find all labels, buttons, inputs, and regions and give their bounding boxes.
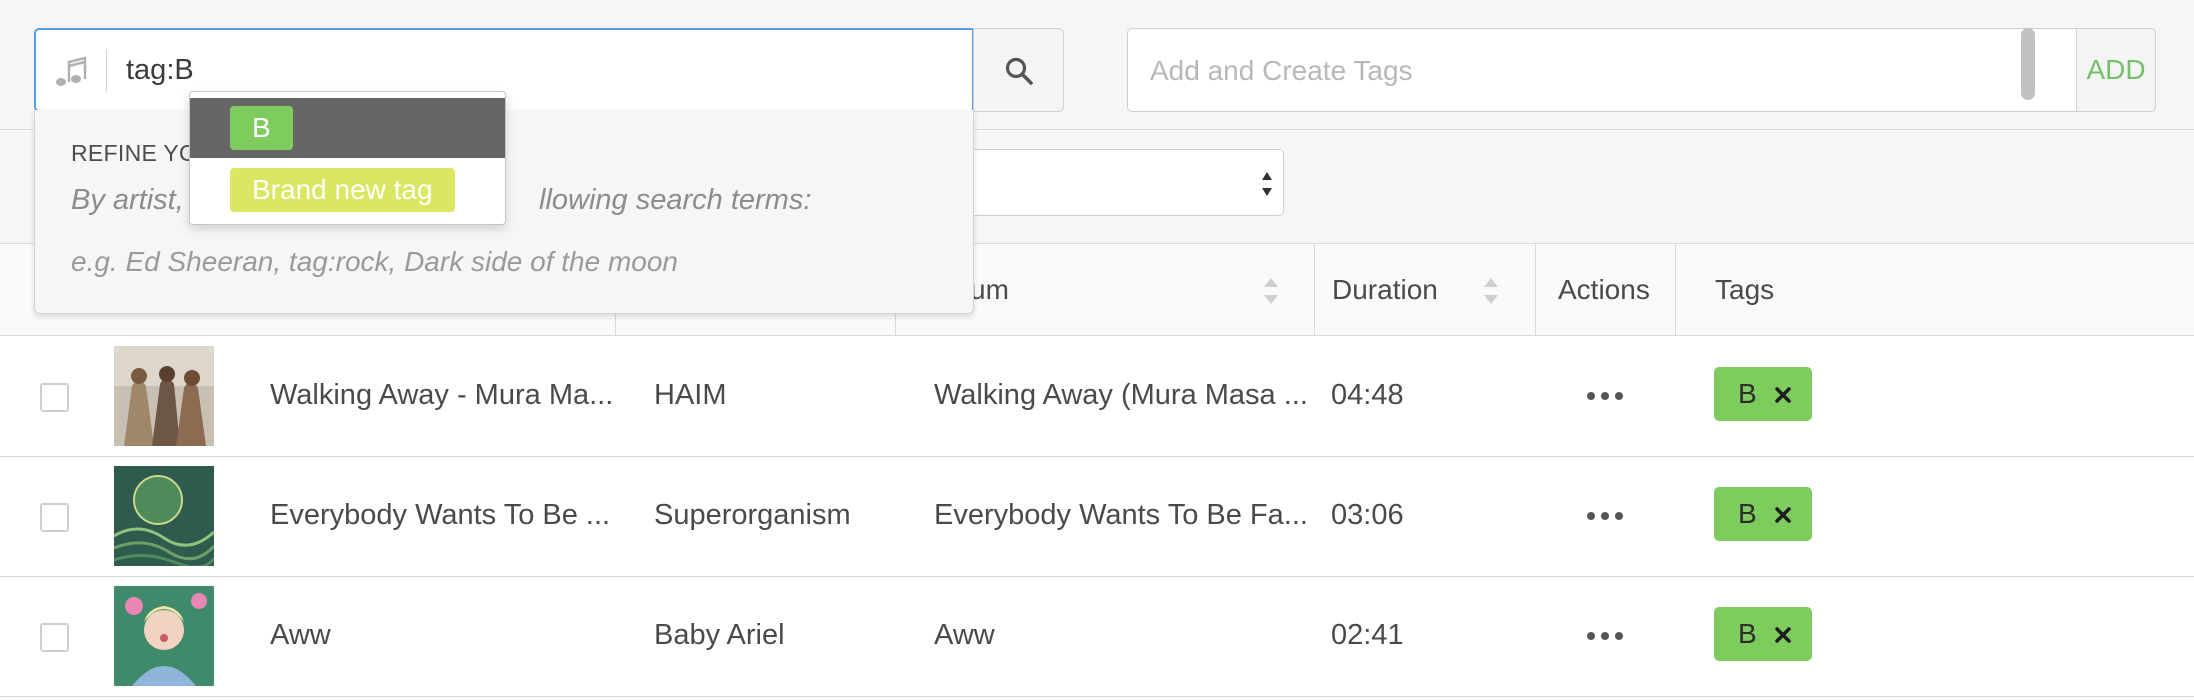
column-header-actions: Actions — [1558, 274, 1650, 305]
autocomplete-new-tag-chip: Brand new tag — [230, 168, 455, 212]
music-note-icon — [54, 52, 94, 92]
row-checkbox[interactable] — [40, 503, 69, 532]
track-title: Everybody Wants To Be ... — [270, 499, 611, 531]
column-divider — [1535, 244, 1536, 336]
track-album: Aww — [934, 619, 995, 651]
track-album: Everybody Wants To Be Fa... — [934, 499, 1308, 531]
track-artist: Baby Ariel — [654, 619, 785, 651]
refine-description-right: llowing search terms: — [539, 184, 812, 216]
column-header-album[interactable]: um — [970, 274, 1009, 306]
autocomplete-tag-chip: B — [230, 106, 293, 150]
table-row[interactable]: Aww Baby Ariel Aww 02:41 B — [0, 577, 2194, 697]
refine-example: e.g. Ed Sheeran, tag:rock, Dark side of … — [71, 246, 679, 277]
remove-tag-icon[interactable] — [1774, 626, 1792, 644]
tag-label: B — [1738, 378, 1757, 409]
add-tag-button[interactable]: ADD — [2076, 28, 2156, 112]
search-divider — [106, 50, 107, 92]
column-divider — [1314, 244, 1315, 336]
table-row[interactable]: Walking Away - Mura Ma... HAIM Walking A… — [0, 337, 2194, 457]
column-header-tags: Tags — [1715, 274, 1775, 305]
tags-input[interactable]: Add and Create Tags — [1127, 28, 2077, 112]
tag-chip[interactable]: B — [1714, 607, 1812, 661]
tag-label: B — [1738, 618, 1757, 649]
remove-tag-icon[interactable] — [1774, 506, 1792, 524]
refine-description-left: By artist, t — [71, 184, 200, 216]
track-title: Walking Away - Mura Ma... — [270, 379, 614, 411]
table-row[interactable]: Everybody Wants To Be ... Superorganism … — [0, 457, 2194, 577]
album-art — [114, 586, 214, 686]
track-artist: HAIM — [654, 379, 727, 411]
more-actions-icon[interactable] — [1585, 631, 1625, 641]
select-arrows-icon — [1262, 172, 1272, 196]
track-duration: 02:41 — [1331, 619, 1404, 651]
remove-tag-icon[interactable] — [1774, 386, 1792, 404]
tag-label: B — [1738, 498, 1757, 529]
track-title: Aww — [270, 619, 331, 651]
track-album: Walking Away (Mura Masa ... — [934, 379, 1308, 411]
track-duration: 03:06 — [1331, 499, 1404, 531]
autocomplete-item[interactable]: Brand new tag — [190, 160, 505, 220]
tag-autocomplete: B Brand new tag — [189, 91, 506, 225]
search-icon — [1005, 57, 1033, 85]
track-artist: Superorganism — [654, 499, 851, 531]
row-checkbox[interactable] — [40, 383, 69, 412]
more-actions-icon[interactable] — [1585, 391, 1625, 401]
row-checkbox[interactable] — [40, 623, 69, 652]
column-divider — [1675, 244, 1676, 336]
search-button[interactable] — [973, 28, 1064, 112]
track-duration: 04:48 — [1331, 379, 1404, 411]
sort-icon[interactable] — [1262, 275, 1280, 307]
sort-icon[interactable] — [1482, 275, 1500, 307]
tags-input-scrollbar[interactable] — [2021, 28, 2035, 100]
album-art — [114, 466, 214, 566]
more-actions-icon[interactable] — [1585, 511, 1625, 521]
album-art — [114, 346, 214, 446]
tags-input-placeholder: Add and Create Tags — [1150, 55, 1413, 86]
autocomplete-item[interactable]: B — [190, 98, 505, 158]
search-query-text: tag:B — [126, 54, 194, 86]
tag-chip[interactable]: B — [1714, 487, 1812, 541]
tag-chip[interactable]: B — [1714, 367, 1812, 421]
column-header-duration[interactable]: Duration — [1332, 274, 1438, 306]
